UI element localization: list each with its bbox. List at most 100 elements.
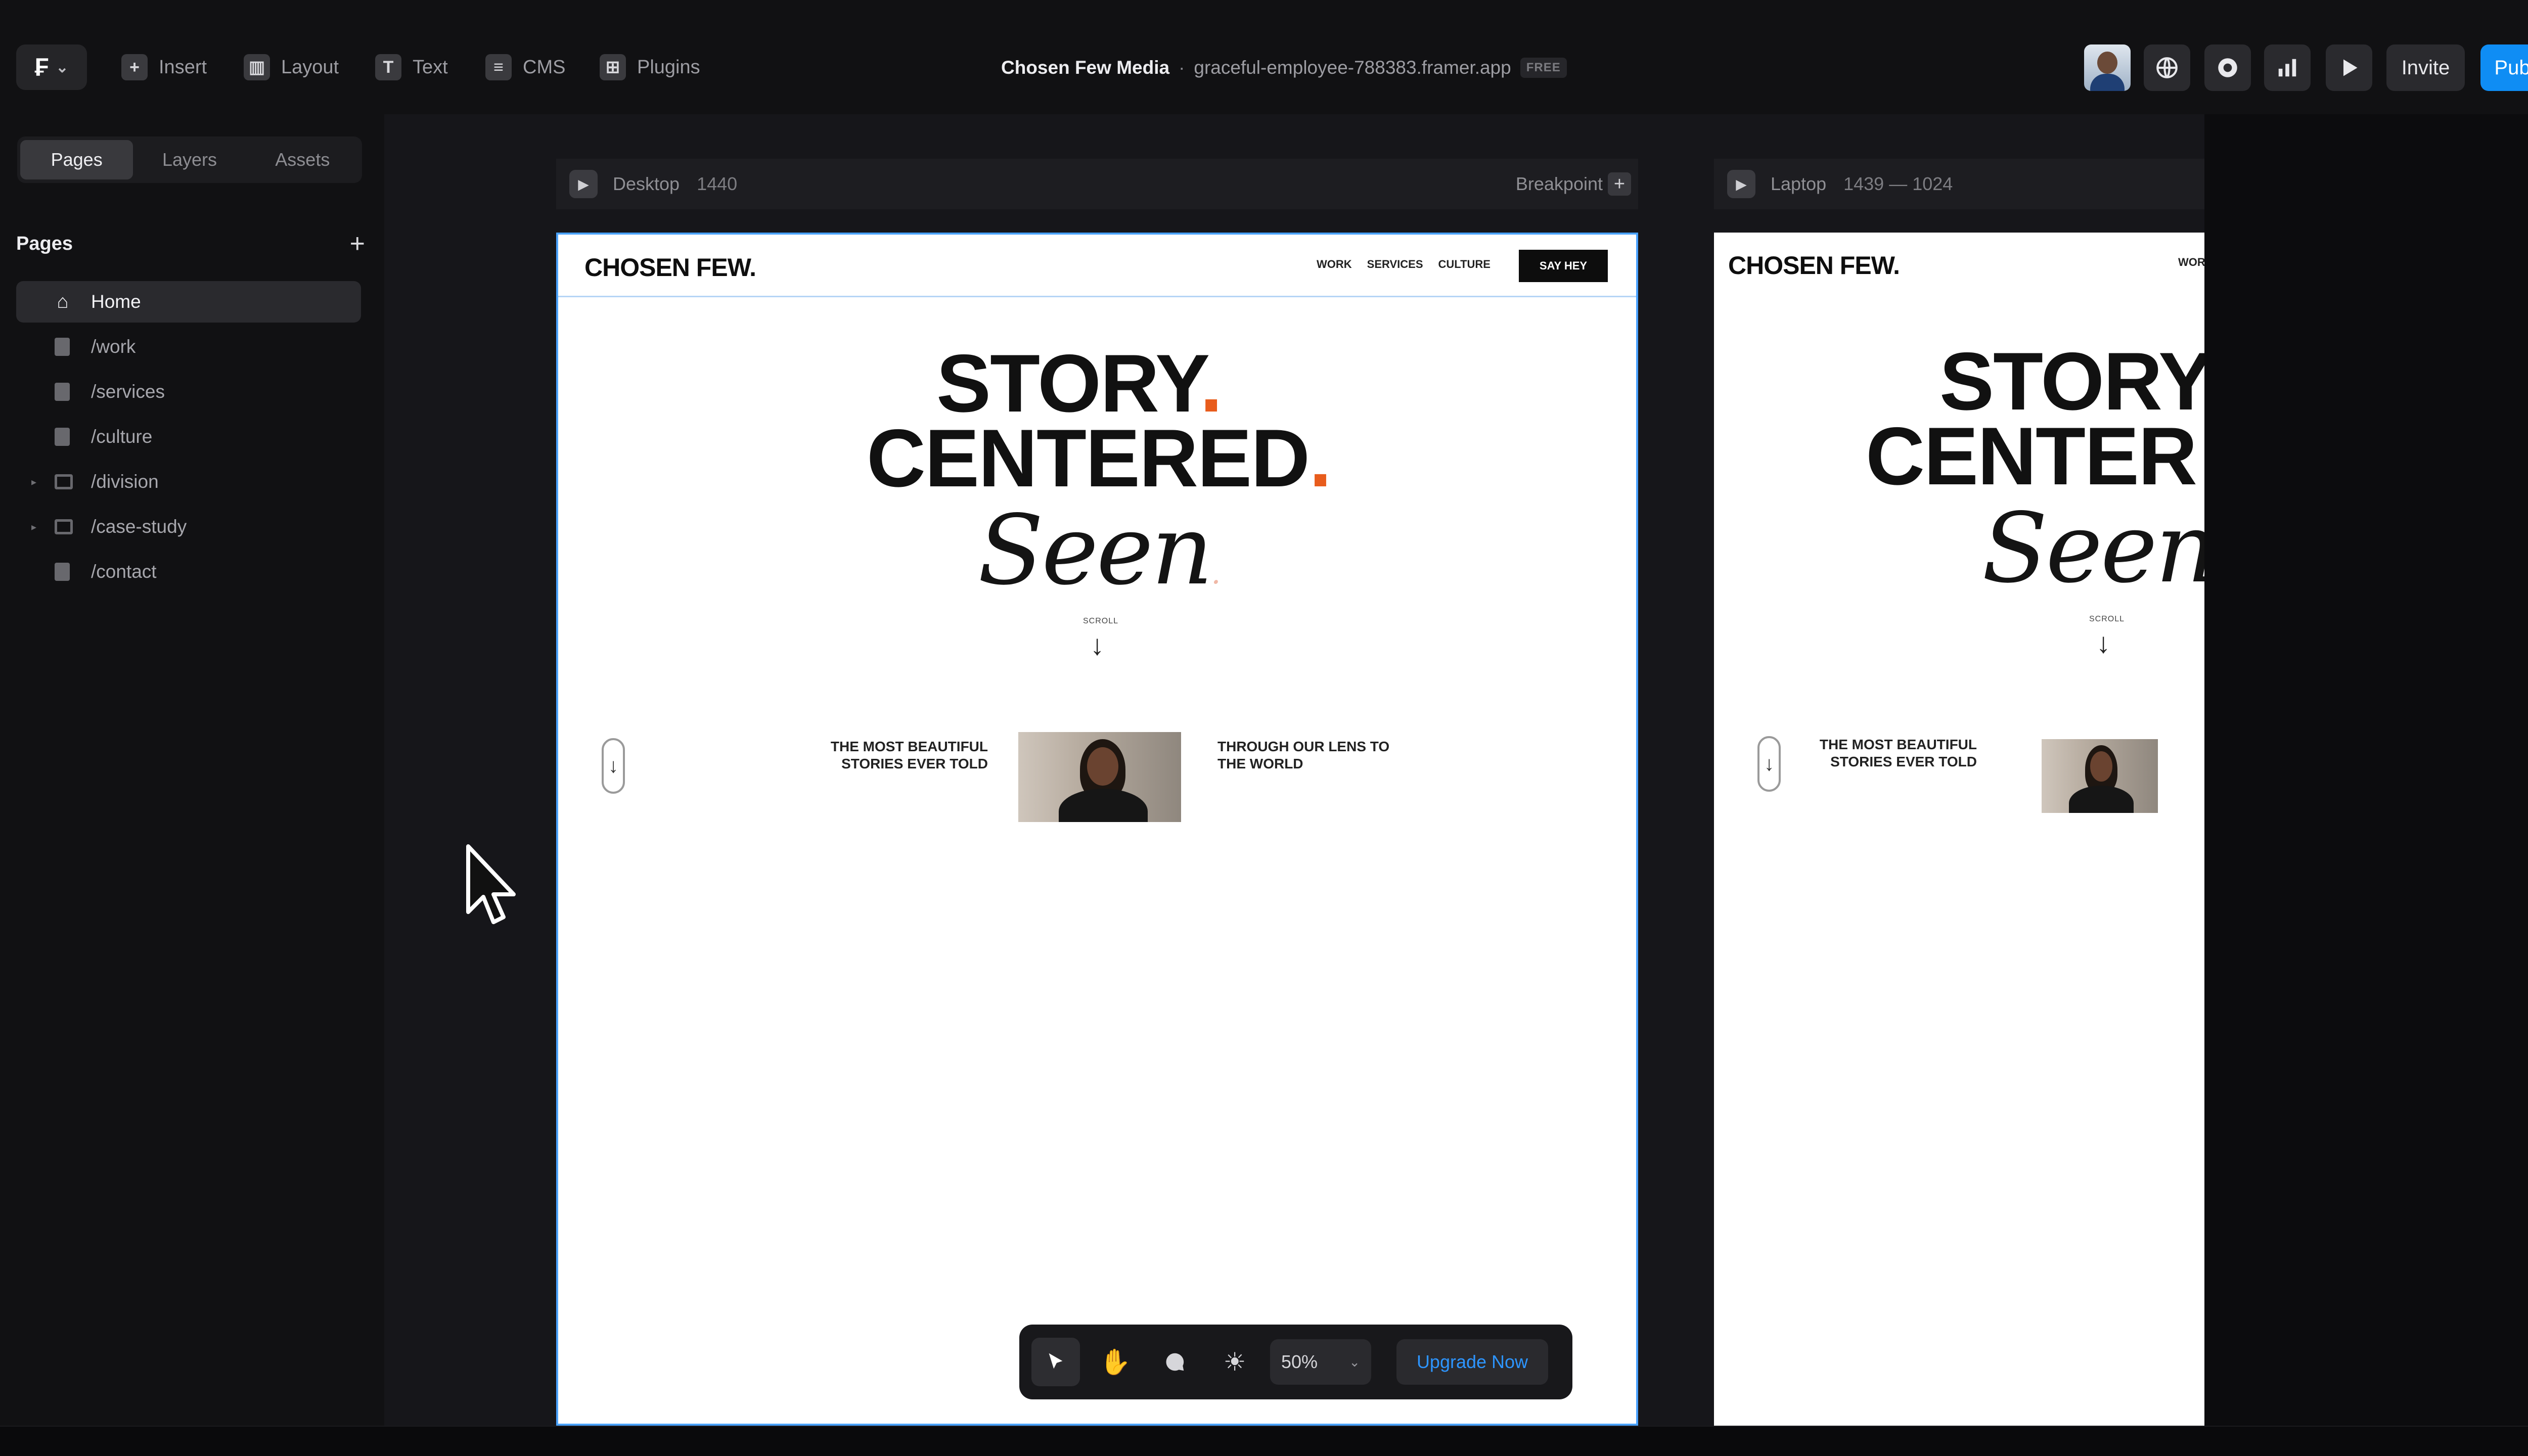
expand-caret-icon[interactable]: ▸ — [31, 476, 36, 488]
scroll-arrow-icon: ↓ — [2096, 627, 2110, 659]
scroll-arrow-icon: ↓ — [1090, 629, 1104, 661]
add-page-icon[interactable]: + — [350, 231, 365, 257]
text-label: Text — [413, 56, 448, 78]
upgrade-now-button[interactable]: Upgrade Now — [1396, 1339, 1548, 1385]
desktop-frame-header[interactable]: ▶ Desktop 1440 Breakpoint + — [556, 159, 1638, 209]
page-icon — [55, 563, 70, 581]
frame-label: Laptop — [1771, 173, 1827, 194]
nav-link-work[interactable]: WORK — [1317, 258, 1352, 271]
play-preview-icon[interactable] — [2326, 44, 2372, 91]
hand-tool-icon[interactable]: ✋ — [1091, 1338, 1140, 1386]
layout-label: Layout — [281, 56, 339, 78]
text-button[interactable]: T Text — [375, 50, 448, 85]
comment-tool-icon[interactable] — [1151, 1338, 1199, 1386]
tagline-left: THE MOST BEAUTIFUL STORIES EVER TOLD — [830, 739, 988, 771]
record-icon[interactable] — [2204, 44, 2251, 91]
breakpoint-label[interactable]: Breakpoint — [1516, 173, 1603, 195]
add-breakpoint-icon[interactable]: + — [1608, 172, 1631, 196]
site-nav-links: WORK SERVICES CULTURE — [1317, 258, 1491, 271]
hero-script-word: Seen. — [978, 494, 1221, 606]
frame-size: 1439 — 1024 — [1843, 173, 1953, 194]
say-hey-button[interactable]: SAY HEY — [1519, 250, 1608, 282]
page-name: /services — [91, 381, 165, 402]
plugins-label: Plugins — [637, 56, 700, 78]
invite-button[interactable]: Invite — [2386, 44, 2465, 91]
tagline-left: THE MOST BEAUTIFUL STORIES EVER TOLD — [1819, 737, 1977, 769]
cms-label: CMS — [523, 56, 566, 78]
sidebar-item-division[interactable]: ▸ /division — [16, 461, 361, 503]
grid-icon: ⊞ — [600, 54, 626, 80]
tagline-right: THROUGH OUR LENS TO THE WORLD — [1217, 739, 1390, 771]
left-sidebar: Pages Layers Assets Pages + ⌂ Home /work… — [0, 114, 384, 1426]
database-icon: ≡ — [485, 54, 512, 80]
plus-square-icon: + — [121, 54, 148, 80]
canvas-empty-area — [2204, 114, 2528, 1426]
project-title[interactable]: Chosen Few Media · graceful-employee-788… — [1001, 55, 1567, 81]
scroll-label: SCROLL — [2089, 615, 2125, 623]
theme-toggle-icon[interactable]: ☀ — [1210, 1338, 1259, 1386]
nav-link-work[interactable]: WOR — [2178, 256, 2204, 269]
sidebar-item-contact[interactable]: /contact — [16, 551, 361, 593]
zoom-value: 50% — [1281, 1351, 1318, 1372]
site-logo[interactable]: CHOSEN FEW. — [1728, 251, 1900, 280]
play-icon[interactable]: ▶ — [569, 170, 598, 198]
site-navbar: CHOSEN FEW. WORK SERVICES CULTURE SAY HE… — [558, 235, 1636, 297]
sidebar-item-home[interactable]: ⌂ Home — [16, 281, 361, 323]
page-name: /division — [91, 471, 159, 492]
frame-label: Desktop — [613, 173, 680, 194]
page-name: /work — [91, 336, 136, 357]
layout-icon: ▥ — [244, 54, 270, 80]
sidebar-item-services[interactable]: /services — [16, 371, 361, 413]
play-icon[interactable]: ▶ — [1727, 170, 1755, 198]
site-logo[interactable]: CHOSEN FEW. — [584, 253, 756, 282]
scroll-pill-indicator: ↓ — [602, 738, 625, 794]
sidebar-tabs: Pages Layers Assets — [17, 136, 362, 183]
hero-line-2: CENTER — [1866, 411, 2197, 502]
pages-section-header: Pages + — [16, 230, 365, 258]
hero-line-2: CENTERED. — [867, 413, 1332, 504]
page-name: /contact — [91, 561, 157, 582]
zoom-select[interactable]: 50% ⌄ — [1270, 1339, 1371, 1385]
page-icon — [55, 338, 70, 356]
cms-button[interactable]: ≡ CMS — [485, 50, 565, 85]
insert-button[interactable]: + Insert — [121, 50, 207, 85]
plugins-button[interactable]: ⊞ Plugins — [600, 50, 700, 85]
tab-assets[interactable]: Assets — [246, 140, 359, 179]
title-separator: · — [1179, 57, 1185, 78]
pointer-tool-icon[interactable] — [1031, 1338, 1080, 1386]
scroll-label: SCROLL — [1083, 617, 1119, 625]
nav-link-services[interactable]: SERVICES — [1367, 258, 1423, 271]
tab-pages[interactable]: Pages — [20, 140, 133, 179]
hero-script-word: Seen — [1982, 492, 2204, 604]
desktop-frame[interactable]: CHOSEN FEW. WORK SERVICES CULTURE SAY HE… — [556, 233, 1638, 1426]
avatar[interactable] — [2084, 44, 2131, 91]
tab-layers[interactable]: Layers — [133, 140, 246, 179]
sidebar-item-culture[interactable]: /culture — [16, 416, 361, 458]
globe-icon[interactable] — [2144, 44, 2190, 91]
page-name: Home — [91, 291, 141, 312]
pages-section-title: Pages — [16, 233, 73, 254]
chevron-down-icon: ⌄ — [1349, 1354, 1360, 1370]
top-toolbar: ₣ ⌄ + Insert ▥ Layout T Text ≡ CMS ⊞ Plu… — [0, 0, 2528, 114]
layout-button[interactable]: ▥ Layout — [244, 50, 339, 85]
nav-link-culture[interactable]: CULTURE — [1438, 258, 1491, 271]
laptop-frame[interactable]: CHOSEN FEW. WOR STORY CENTER Seen SCROLL… — [1714, 233, 2204, 1426]
laptop-frame-header[interactable]: ▶ Laptop 1439 — 1024 — [1714, 159, 2204, 209]
text-icon: T — [375, 54, 401, 80]
sidebar-item-case-study[interactable]: ▸ /case-study — [16, 506, 361, 548]
bottom-strip — [0, 1426, 2528, 1456]
plan-badge: FREE — [1520, 58, 1567, 78]
folder-icon — [55, 519, 73, 534]
publish-button[interactable]: Publish — [2480, 44, 2528, 91]
home-icon: ⌂ — [57, 291, 69, 312]
project-name: Chosen Few Media — [1001, 57, 1170, 78]
insert-label: Insert — [159, 56, 207, 78]
expand-caret-icon[interactable]: ▸ — [31, 521, 36, 533]
hero-photo — [1018, 732, 1181, 822]
page-icon — [55, 428, 70, 446]
analytics-icon[interactable] — [2264, 44, 2311, 91]
mouse-cursor-icon — [466, 844, 516, 924]
framer-menu-button[interactable]: ₣ ⌄ — [16, 44, 87, 90]
page-icon — [55, 383, 70, 401]
sidebar-item-work[interactable]: /work — [16, 326, 361, 368]
